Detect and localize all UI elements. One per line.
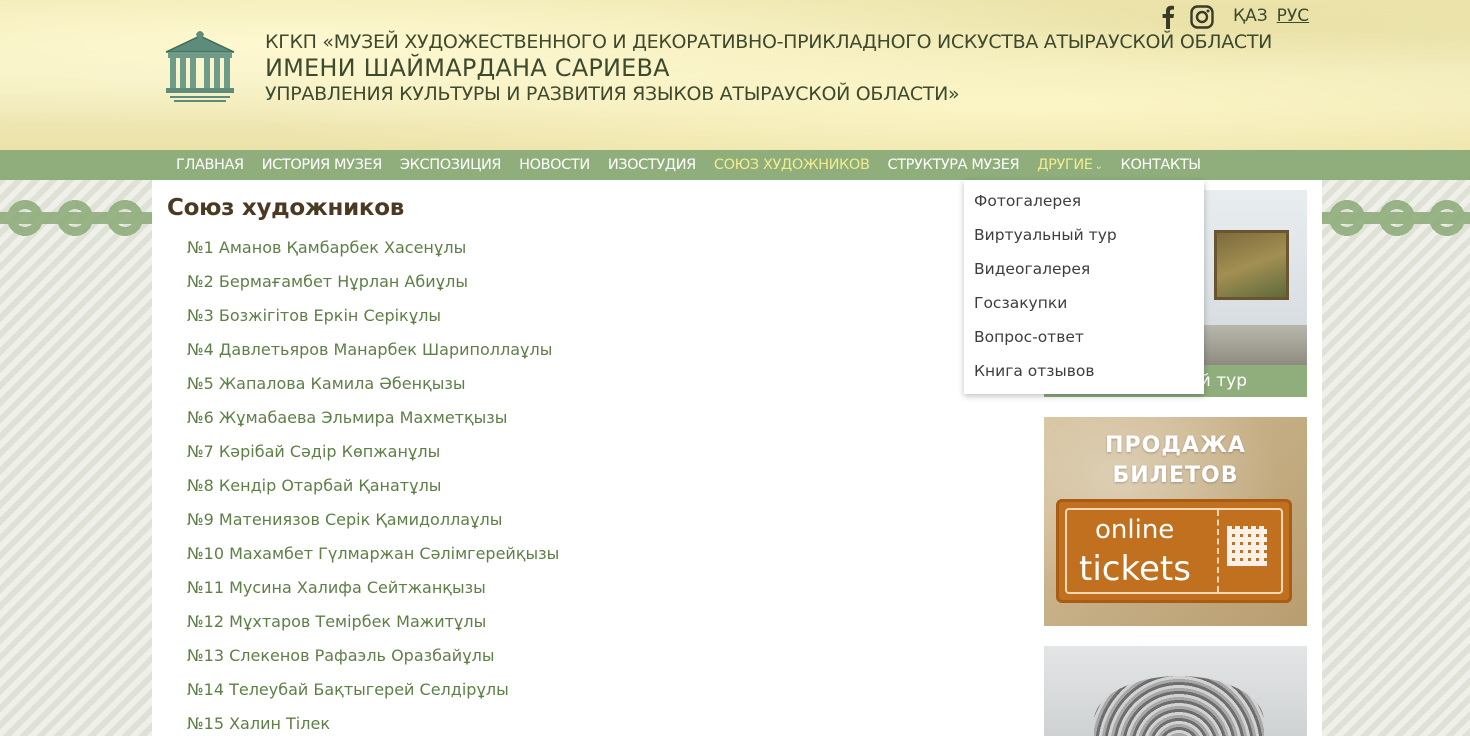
title-line-1: КГКП «МУЗЕЙ ХУДОЖЕСТВЕННОГО И ДЕКОРАТИВН…	[265, 31, 1273, 53]
museum-logo[interactable]	[160, 30, 240, 104]
artist-link[interactable]: №4 Давлетьяров Манарбек Шариполлаұлы	[187, 338, 559, 372]
dropdown-item-faq[interactable]: Вопрос-ответ	[964, 320, 1204, 354]
nav-item-contacts[interactable]: КОНТАКТЫ	[1121, 157, 1202, 173]
artist-link[interactable]: №2 Бермағамбет Нұрлан Абиұлы	[187, 270, 559, 304]
nav-item-other-label: ДРУГИЕ	[1037, 157, 1093, 173]
title-line-2: ИМЕНИ ШАЙМАРДАНА САРИЕВА	[265, 54, 670, 82]
site-header: КГКП «МУЗЕЙ ХУДОЖЕСТВЕННОГО И ДЕКОРАТИВН…	[0, 0, 1470, 150]
other-dropdown-menu: Фотогалерея Виртуальный тур Видеогалерея…	[964, 180, 1204, 394]
dropdown-item-video-gallery[interactable]: Видеогалерея	[964, 252, 1204, 286]
dropdown-item-photo-gallery[interactable]: Фотогалерея	[964, 184, 1204, 218]
artist-link[interactable]: №5 Жапалова Камила Әбенқызы	[187, 372, 559, 406]
artist-link[interactable]: №3 Бозжігітов Еркін Серікұлы	[187, 304, 559, 338]
lang-kaz-link[interactable]: ҚАЗ	[1233, 6, 1268, 26]
nav-item-home[interactable]: ГЛАВНАЯ	[176, 157, 244, 173]
ticket-divider	[1217, 510, 1219, 592]
nav-item-news[interactable]: НОВОСТИ	[519, 157, 590, 173]
artist-link[interactable]: №9 Матениязов Серік Қамидоллаұлы	[187, 508, 559, 542]
social-links	[1156, 4, 1214, 30]
instagram-icon[interactable]	[1190, 4, 1214, 30]
artist-link[interactable]: №12 Мұхтаров Темірбек Мажитұлы	[187, 610, 559, 644]
artist-link[interactable]: №10 Махамбет Гүлмаржан Сәлімгерейқызы	[187, 542, 559, 576]
artist-link[interactable]: №14 Телеубай Бақтыгерей Селдірұлы	[187, 678, 559, 712]
nav-item-art-studio[interactable]: ИЗОСТУДИЯ	[608, 157, 696, 173]
qr-code-icon	[1227, 526, 1267, 566]
title-line-3: УПРАВЛЕНИЯ КУЛЬТУРЫ И РАЗВИТИЯ ЯЗЫКОВ АТ…	[265, 83, 960, 105]
ornament-left	[0, 192, 152, 244]
dropdown-item-guestbook[interactable]: Книга отзывов	[964, 354, 1204, 388]
dropdown-item-virtual-tour[interactable]: Виртуальный тур	[964, 218, 1204, 252]
artist-link[interactable]: №13 Слекенов Рафаэль Оразбайұлы	[187, 644, 559, 678]
nav-item-exposition[interactable]: ЭКСПОЗИЦИЯ	[400, 157, 502, 173]
craft-banner[interactable]	[1044, 646, 1307, 736]
ornament-right	[1322, 192, 1470, 244]
nav-item-artists-union[interactable]: СОЮЗ ХУДОЖНИКОВ	[714, 157, 870, 173]
dropdown-item-procurement[interactable]: Госзакупки	[964, 286, 1204, 320]
ticket-tickets-text: tickets	[1079, 549, 1191, 589]
nav-item-history[interactable]: ИСТОРИЯ МУЗЕЯ	[262, 157, 383, 173]
museum-title: КГКП «МУЗЕЙ ХУДОЖЕСТВЕННОГО И ДЕКОРАТИВН…	[265, 30, 1272, 106]
tickets-heading-line-2: БИЛЕТОВ	[1112, 463, 1239, 488]
lang-rus-link[interactable]: РУС	[1277, 6, 1309, 26]
language-switcher: ҚАЗ РУС	[1233, 6, 1309, 26]
page-title: Союз художников	[167, 195, 404, 221]
nav-items: ГЛАВНАЯ ИСТОРИЯ МУЗЕЯ ЭКСПОЗИЦИЯ НОВОСТИ…	[176, 150, 1201, 180]
nav-item-other[interactable]: ДРУГИЕ ⌄	[1037, 157, 1103, 173]
main-nav: ГЛАВНАЯ ИСТОРИЯ МУЗЕЯ ЭКСПОЗИЦИЯ НОВОСТИ…	[0, 150, 1470, 180]
facebook-icon[interactable]	[1156, 4, 1180, 30]
artist-list: №1 Аманов Қамбарбек Хасенұлы №2 Бермағам…	[187, 236, 559, 736]
tickets-heading-line-1: ПРОДАЖА	[1105, 433, 1246, 458]
ticket-graphic: online tickets	[1056, 499, 1292, 603]
artist-link[interactable]: №6 Жұмабаева Эльмира Махметқызы	[187, 406, 559, 440]
nav-item-structure[interactable]: СТРУКТУРА МУЗЕЯ	[888, 157, 1020, 173]
chevron-down-icon: ⌄	[1094, 161, 1103, 172]
artist-link[interactable]: №1 Аманов Қамбарбек Хасенұлы	[187, 236, 559, 270]
tickets-heading: ПРОДАЖА БИЛЕТОВ	[1044, 431, 1307, 491]
tickets-banner[interactable]: ПРОДАЖА БИЛЕТОВ online tickets	[1044, 417, 1307, 626]
artist-link[interactable]: №7 Кәрібай Сәдір Көпжанұлы	[187, 440, 559, 474]
artist-link[interactable]: №8 Кендір Отарбай Қанатұлы	[187, 474, 559, 508]
artist-link[interactable]: №11 Мусина Халифа Сейтжанқызы	[187, 576, 559, 610]
painting-image	[1214, 230, 1289, 300]
ticket-online-text: online	[1095, 515, 1175, 545]
artist-link[interactable]: №15 Халин Тілек	[187, 712, 559, 736]
silver-bowl-image	[1094, 676, 1264, 736]
